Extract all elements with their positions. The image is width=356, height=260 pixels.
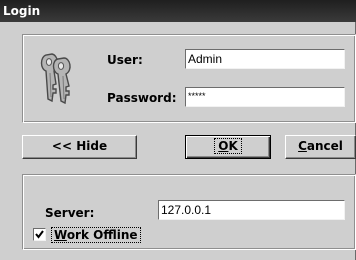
server-input[interactable]: 127.0.0.1 <box>158 200 345 220</box>
work-offline-rest: ork Offline <box>66 228 138 242</box>
user-label: User: <box>107 53 143 67</box>
ok-accel: O <box>218 139 229 153</box>
password-label: Password: <box>107 91 177 105</box>
work-offline-accel: W <box>54 228 67 242</box>
keys-icon <box>40 53 71 105</box>
cancel-accel: C <box>298 139 307 153</box>
login-dialog: Login User: Admin Password: ***** << Hid… <box>0 0 356 260</box>
ok-button-focus: OK <box>214 138 242 154</box>
hide-button[interactable]: << Hide <box>22 135 137 159</box>
cancel-button[interactable]: Cancel <box>285 135 356 159</box>
hide-button-label: << Hide <box>51 139 108 153</box>
cancel-rest: ancel <box>306 139 343 153</box>
work-offline-checkbox[interactable] <box>33 228 46 241</box>
ok-rest: K <box>228 139 238 153</box>
title-bar[interactable]: Login <box>0 0 356 22</box>
window-title: Login <box>3 4 41 18</box>
checkmark-icon <box>35 230 44 239</box>
password-input[interactable]: ***** <box>185 87 345 107</box>
user-input[interactable]: Admin <box>185 49 345 69</box>
ok-button[interactable]: OK <box>185 135 271 159</box>
work-offline-label[interactable]: Work Offline <box>51 227 141 243</box>
server-label: Server: <box>45 206 95 220</box>
